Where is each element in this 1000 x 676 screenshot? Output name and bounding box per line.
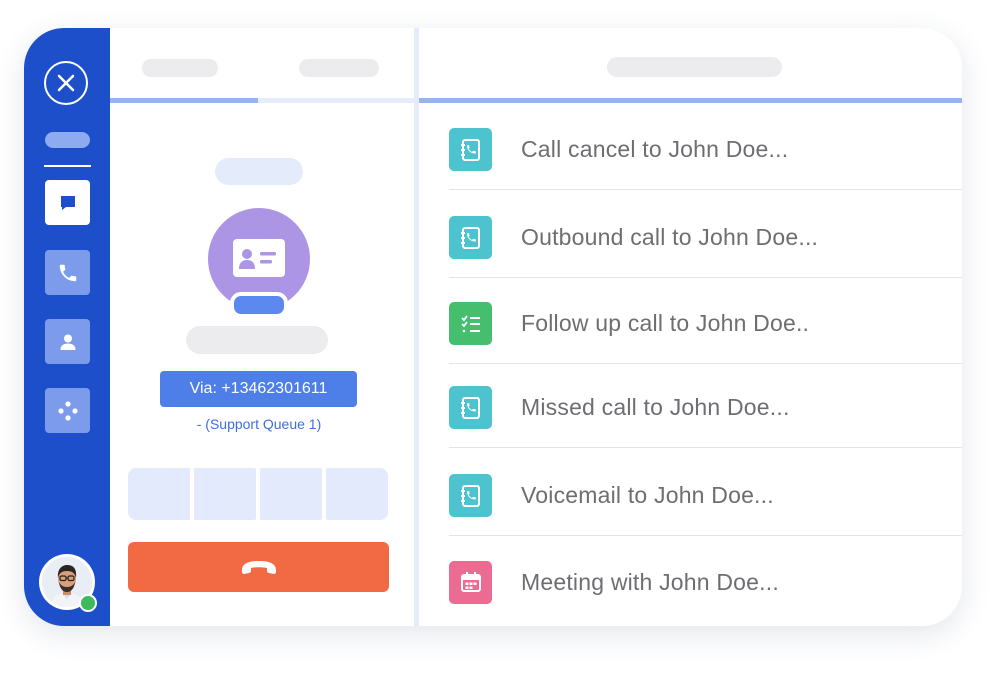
activity-item[interactable]: Call cancel to John Doe... xyxy=(449,110,962,190)
phone-book-icon xyxy=(449,474,492,517)
hang-up-icon xyxy=(241,561,276,574)
activity-label: Missed call to John Doe... xyxy=(521,394,790,420)
sidebar-placeholder xyxy=(45,132,90,148)
via-number-label: Via: +13462301611 xyxy=(189,380,328,397)
tab-placeholder[interactable] xyxy=(299,59,379,77)
call-control-button[interactable] xyxy=(128,468,190,520)
activity-item[interactable]: Follow up call to John Doe.. xyxy=(449,284,962,364)
contact-tag xyxy=(230,292,288,318)
sidebar-divider xyxy=(44,165,91,167)
contact-card-icon xyxy=(233,239,285,277)
phone-icon xyxy=(59,264,76,281)
dialpad-icon xyxy=(57,400,78,421)
softphone-window: Via: +13462301611 - (Support Queue 1) Ca… xyxy=(24,28,962,626)
call-controls xyxy=(128,468,388,520)
phone-book-icon xyxy=(449,386,492,429)
user-icon xyxy=(60,334,75,350)
contact-panel: Via: +13462301611 - (Support Queue 1) xyxy=(110,28,414,626)
call-control-button[interactable] xyxy=(194,468,256,520)
sidebar xyxy=(24,28,110,626)
tab-indicator-active xyxy=(110,98,258,103)
sidebar-item-calls[interactable] xyxy=(45,250,90,295)
call-control-button[interactable] xyxy=(326,468,388,520)
activity-label: Follow up call to John Doe.. xyxy=(521,310,810,336)
chat-icon xyxy=(60,195,75,210)
phone-book-icon xyxy=(449,128,492,171)
checklist-icon xyxy=(449,302,492,345)
user-avatar[interactable] xyxy=(39,554,97,612)
sidebar-item-messages[interactable] xyxy=(45,180,90,225)
sidebar-item-dialpad[interactable] xyxy=(45,388,90,433)
close-icon xyxy=(57,74,75,92)
queue-label: - (Support Queue 1) xyxy=(196,416,322,432)
activity-label: Meeting with John Doe... xyxy=(521,568,779,595)
call-control-button[interactable] xyxy=(260,468,322,520)
contact-name-placeholder xyxy=(186,326,328,354)
activity-label: Voicemail to John Doe... xyxy=(521,482,774,508)
activity-header-bar xyxy=(419,98,962,103)
hang-up-button[interactable] xyxy=(128,542,389,592)
activity-item[interactable]: Voicemail to John Doe... xyxy=(449,456,962,536)
activity-label: Outbound call to John Doe... xyxy=(521,224,819,250)
activity-item[interactable]: Outbound call to John Doe... xyxy=(449,198,962,278)
activity-panel: Call cancel to John Doe... Outbound call… xyxy=(419,28,962,626)
activity-item[interactable]: Missed call to John Doe... xyxy=(449,368,962,448)
via-number-button[interactable]: Via: +13462301611 xyxy=(160,371,357,407)
activity-item[interactable]: Meeting with John Doe... xyxy=(449,542,962,622)
close-button[interactable] xyxy=(44,61,88,105)
header-placeholder xyxy=(607,57,782,77)
tab-indicator-track xyxy=(110,98,414,103)
status-placeholder xyxy=(215,158,303,185)
sidebar-item-contacts[interactable] xyxy=(45,319,90,364)
online-status-dot xyxy=(79,594,97,612)
calendar-icon xyxy=(449,560,492,604)
tab-placeholder[interactable] xyxy=(142,59,218,77)
phone-book-icon xyxy=(449,216,492,259)
activity-label: Call cancel to John Doe... xyxy=(521,136,789,162)
